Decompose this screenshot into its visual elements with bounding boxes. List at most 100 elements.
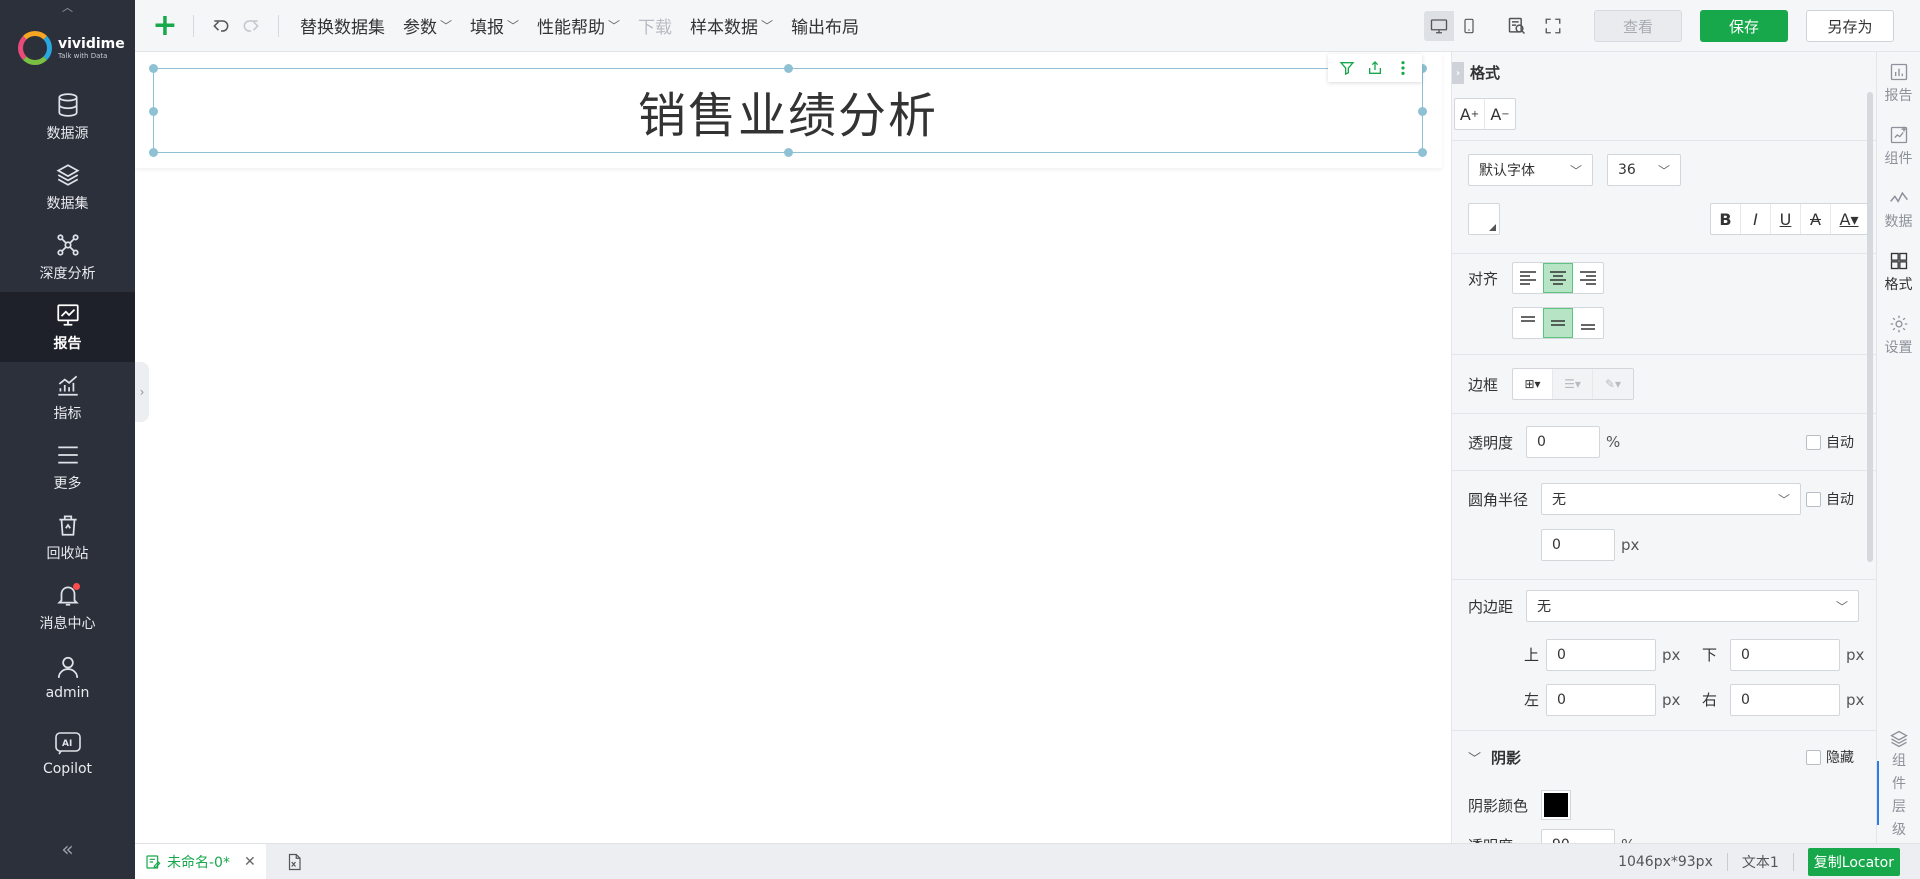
nav-item-report[interactable]: 报告 <box>0 292 135 362</box>
report-icon <box>1890 63 1907 81</box>
border-line-icon[interactable]: ☰▾ <box>1553 369 1593 399</box>
increase-font-icon[interactable]: A + <box>1455 99 1485 129</box>
undo-icon[interactable] <box>206 11 236 41</box>
align-bottom-icon[interactable] <box>1573 308 1603 338</box>
nav-item-recycle-bin[interactable]: 回收站 <box>0 502 135 572</box>
redo-icon[interactable] <box>236 11 266 41</box>
params-menu[interactable]: 参数 ﹀ <box>403 13 452 38</box>
text-bg-color-picker[interactable] <box>1468 203 1500 235</box>
trash-icon <box>54 512 82 538</box>
chevron-down-icon: ﹀ <box>440 19 453 33</box>
strip-item-format[interactable]: 格式 <box>1877 241 1920 304</box>
shadow-section-header[interactable]: ﹀ 阴影 隐藏 <box>1452 731 1876 783</box>
nav-item-dataset[interactable]: 数据集 <box>0 152 135 222</box>
font-size-select[interactable]: 36 ﹀ <box>1607 154 1681 186</box>
resize-handle[interactable] <box>784 64 793 73</box>
radius-input[interactable]: 0 <box>1541 529 1615 561</box>
padding-select[interactable]: 无 ﹀ <box>1526 590 1859 622</box>
nav-item-copilot[interactable]: AI Copilot <box>0 712 135 794</box>
bold-icon[interactable]: B <box>1711 204 1741 234</box>
logo-ring-icon <box>18 31 52 65</box>
strip-item-component[interactable]: 组件 <box>1877 115 1920 178</box>
nav-item-messages[interactable]: 消息中心 <box>0 572 135 642</box>
view-button[interactable]: 查看 <box>1594 10 1682 42</box>
font-color-icon[interactable]: A▾ <box>1831 204 1867 234</box>
strikethrough-icon[interactable]: A <box>1801 204 1831 234</box>
padding-top-input[interactable]: 0 <box>1546 638 1656 671</box>
resize-handle[interactable] <box>1418 148 1427 157</box>
align-top-icon[interactable] <box>1513 308 1543 338</box>
sample-data-menu[interactable]: 样本数据 ﹀ <box>690 13 773 38</box>
padding-lr-row: 左 0 px 右 0 px <box>1452 677 1876 722</box>
save-as-button[interactable]: 另存为 <box>1806 10 1894 42</box>
nav-item-more[interactable]: 更多 <box>0 432 135 502</box>
nav-item-datasource[interactable]: 数据源 <box>0 82 135 152</box>
excel-export-icon[interactable] <box>284 852 304 872</box>
collapse-nav-icon[interactable]: « <box>0 837 135 861</box>
align-left-icon[interactable] <box>1513 263 1543 293</box>
padding-right-input[interactable]: 0 <box>1730 683 1840 716</box>
strip-item-layers[interactable]: 组 件 层 级 <box>1877 729 1920 841</box>
download-label: 下载 <box>638 18 673 38</box>
align-middle-icon[interactable] <box>1543 308 1573 338</box>
collapse-panel-icon[interactable]: › <box>1452 62 1464 84</box>
desktop-icon[interactable] <box>1424 11 1454 41</box>
output-layout-button[interactable]: 输出布局 <box>791 13 859 38</box>
fullscreen-icon[interactable] <box>1538 11 1568 41</box>
fill-report-menu[interactable]: 填报 ﹀ <box>470 13 519 38</box>
strip-item-data[interactable]: 数据 <box>1877 178 1920 241</box>
align-center-icon[interactable] <box>1543 263 1573 293</box>
resize-handle[interactable] <box>1418 107 1427 116</box>
collapse-up-icon[interactable]: ︿ <box>0 0 135 14</box>
resize-handle[interactable] <box>149 148 158 157</box>
nav-item-label: 深度分析 <box>39 265 96 282</box>
close-tab-icon[interactable]: ✕ <box>244 854 256 870</box>
italic-icon[interactable]: I <box>1741 204 1771 234</box>
shadow-opacity-input[interactable]: 90 <box>1541 829 1615 843</box>
strip-item-report[interactable]: 报告 <box>1877 52 1920 115</box>
mobile-icon[interactable] <box>1454 11 1484 41</box>
decrease-font-icon[interactable]: A − <box>1485 99 1515 129</box>
document-tab[interactable]: 未命名-0* ✕ <box>135 843 266 879</box>
brand-logo[interactable]: vividime Talk with Data <box>0 14 135 82</box>
tab-name: 未命名-0* <box>167 854 230 871</box>
nav-item-deep-analysis[interactable]: 深度分析 <box>0 222 135 292</box>
nav-item-admin[interactable]: admin <box>0 642 135 712</box>
expand-panel-icon[interactable]: › <box>135 362 149 422</box>
panel-scrollbar[interactable] <box>1867 92 1873 562</box>
border-style-icon[interactable]: ⊞▾ <box>1513 369 1553 399</box>
download-button[interactable]: 下载 <box>638 13 672 38</box>
title-text-component[interactable]: 销售业绩分析 <box>149 64 1427 157</box>
underline-icon[interactable]: U <box>1771 204 1801 234</box>
shadow-hide-checkbox[interactable]: 隐藏 <box>1806 747 1854 767</box>
resize-handle[interactable] <box>149 64 158 73</box>
shadow-color-picker[interactable] <box>1541 790 1571 820</box>
report-canvas[interactable]: 销售业绩分析 <box>135 52 1451 843</box>
toolbar-divider <box>193 14 194 37</box>
padding-bottom-input[interactable]: 0 <box>1730 638 1840 671</box>
strip-item-settings[interactable]: 设置 <box>1877 304 1920 367</box>
nav-item-metrics[interactable]: 指标 <box>0 362 135 432</box>
font-family-select[interactable]: 默认字体 ﹀ <box>1468 154 1593 186</box>
report-title: 销售业绩分析 <box>637 87 938 144</box>
perf-help-menu[interactable]: 性能帮助 ﹀ <box>537 13 620 38</box>
more-vertical-icon[interactable] <box>1394 59 1412 77</box>
replace-dataset-button[interactable]: 替换数据集 <box>300 13 385 38</box>
preview-search-icon[interactable] <box>1502 11 1532 41</box>
opacity-input[interactable]: 0 <box>1526 426 1600 458</box>
vertical-align-row <box>1452 302 1876 344</box>
opacity-auto-checkbox[interactable]: 自动 <box>1806 432 1854 452</box>
border-color-icon[interactable]: ✎▾ <box>1593 369 1633 399</box>
padding-left-input[interactable]: 0 <box>1546 683 1656 716</box>
resize-handle[interactable] <box>149 107 158 116</box>
resize-handle[interactable] <box>784 148 793 157</box>
filter-icon[interactable] <box>1338 59 1356 77</box>
save-button[interactable]: 保存 <box>1700 10 1788 42</box>
radius-select[interactable]: 无 ﹀ <box>1541 483 1801 515</box>
align-right-icon[interactable] <box>1573 263 1603 293</box>
px-unit: px <box>1846 690 1865 709</box>
radius-auto-checkbox[interactable]: 自动 <box>1806 489 1854 509</box>
export-icon[interactable] <box>1366 59 1384 77</box>
copy-locator-button[interactable]: 复制Locator <box>1807 848 1900 876</box>
add-icon[interactable]: + <box>149 10 181 42</box>
